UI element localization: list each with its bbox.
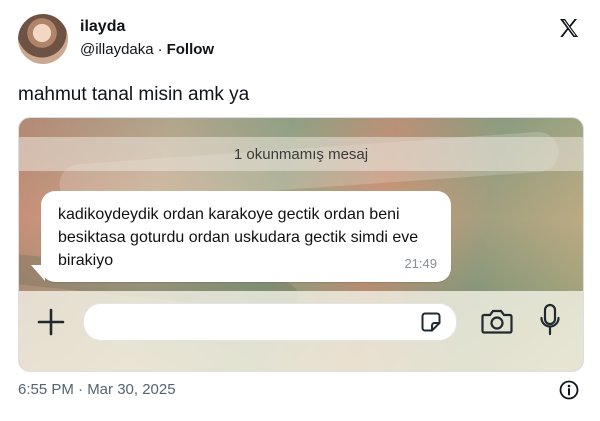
tweet-text: mahmut tanal misin amk ya bbox=[18, 84, 250, 105]
message-input bbox=[83, 303, 457, 341]
message-text: kadikoydeydik ordan karakoye gectik orda… bbox=[58, 206, 419, 269]
display-name[interactable]: ilayda bbox=[80, 18, 125, 36]
microphone-icon bbox=[540, 303, 560, 336]
tweet-timestamp[interactable]: 6:55 PM · Mar 30, 2025 bbox=[18, 381, 176, 398]
message-bubble: kadikoydeydik ordan karakoye gectik orda… bbox=[41, 191, 451, 282]
message-time: 21:49 bbox=[404, 256, 437, 271]
camera-icon bbox=[481, 309, 513, 334]
handle-row: @illaydaka · Follow bbox=[80, 41, 214, 58]
plus-icon bbox=[37, 308, 65, 336]
info-icon[interactable] bbox=[559, 380, 579, 400]
chat-input-bar bbox=[19, 291, 583, 371]
media-screenshot[interactable]: 1 okunmamış mesaj kadikoydeydik ordan ka… bbox=[18, 117, 584, 372]
unread-banner-label: 1 okunmamış mesaj bbox=[233, 145, 369, 163]
separator: · bbox=[157, 41, 163, 58]
sticker-icon bbox=[421, 312, 441, 332]
unread-banner: 1 okunmamış mesaj bbox=[19, 137, 583, 171]
user-handle[interactable]: @illaydaka bbox=[80, 41, 154, 58]
x-logo-icon[interactable] bbox=[557, 16, 581, 40]
avatar[interactable] bbox=[18, 14, 68, 64]
follow-button[interactable]: Follow bbox=[167, 41, 215, 58]
